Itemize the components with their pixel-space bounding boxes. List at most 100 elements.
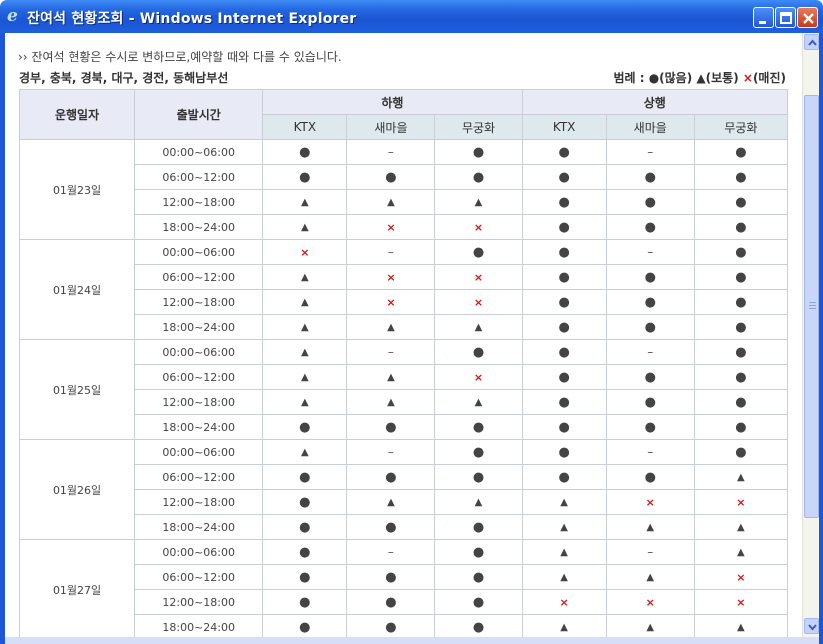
- status-cell: ●: [521, 439, 607, 465]
- circle-many-icon: ●: [644, 194, 656, 210]
- circle-many-icon: ●: [299, 544, 311, 560]
- triangle-normal-icon: ▲: [300, 297, 309, 308]
- triangle-normal-icon: ▲: [560, 622, 568, 633]
- status-cell: ▲: [346, 489, 436, 515]
- header-down: 하행: [262, 89, 523, 115]
- minimize-button[interactable]: [753, 7, 774, 28]
- circle-many-icon: ●: [558, 169, 570, 185]
- circle-many-icon: ●: [644, 169, 656, 185]
- circle-many-icon: ●: [472, 619, 485, 635]
- status-cell: ●: [693, 214, 789, 240]
- dash-na-icon: –: [387, 144, 394, 159]
- circle-many-icon: ●: [558, 194, 570, 210]
- legend-normal: ▲(보통): [696, 71, 739, 85]
- status-cell: ×: [434, 364, 523, 390]
- status-cell: ●: [434, 139, 523, 165]
- status-cell: ▲: [605, 514, 695, 540]
- x-soldout-icon: ×: [386, 270, 396, 284]
- status-cell: ●: [434, 564, 523, 590]
- status-cell: ●: [521, 414, 607, 440]
- status-cell: ●: [434, 239, 523, 265]
- status-cell: ×: [434, 289, 523, 315]
- status-cell: ●: [693, 139, 789, 165]
- table-row: 01월26일 00:00~06:00 ▲ – ● ● – ●: [18, 439, 789, 540]
- time-cell: 18:00~24:00: [134, 414, 264, 440]
- status-cell: ●: [262, 614, 348, 637]
- circle-many-icon: ●: [735, 444, 747, 460]
- status-cell: –: [605, 139, 695, 165]
- status-cell: ●: [434, 614, 523, 637]
- time-cell: 00:00~06:00: [134, 239, 264, 265]
- close-button[interactable]: [797, 7, 818, 28]
- status-cell: ▲: [521, 614, 607, 637]
- x-soldout-icon: ×: [386, 220, 396, 234]
- triangle-normal-icon: ▲: [300, 397, 309, 408]
- time-cell: 06:00~12:00: [134, 264, 264, 290]
- triangle-normal-icon: ▲: [474, 397, 483, 408]
- status-cell: ●: [434, 339, 523, 365]
- time-cell: 06:00~12:00: [134, 164, 264, 190]
- status-cell: –: [605, 339, 695, 365]
- status-cell: ●: [605, 389, 695, 415]
- circle-many-icon: ●: [472, 144, 485, 160]
- status-cell: ▲: [693, 464, 789, 490]
- window-title-bar: e 잔여석 현황조회 - Windows Internet Explorer: [0, 0, 823, 33]
- table-row: 18:00~24:00 ● ● ● ▲ ▲ ▲: [20, 614, 789, 637]
- status-cell: ▲: [262, 439, 348, 465]
- circle-many-icon: ●: [385, 419, 397, 435]
- circle-many-icon: ●: [558, 444, 570, 460]
- status-cell: ●: [693, 364, 789, 390]
- status-cell: ▲: [693, 539, 789, 565]
- circle-many-icon: ●: [299, 419, 311, 435]
- status-cell: ●: [521, 214, 607, 240]
- table-row: 06:00~12:00 ▲ ▲ × ● ● ●: [20, 364, 789, 390]
- circle-many-icon: ●: [644, 269, 656, 285]
- status-cell: ▲: [262, 314, 348, 340]
- vertical-scrollbar[interactable]: [802, 33, 819, 637]
- maximize-button[interactable]: [775, 7, 796, 28]
- table-row: 01월24일 00:00~06:00 × – ● ● – ●: [18, 239, 789, 340]
- status-cell: ●: [262, 139, 348, 165]
- circle-many-icon: ●: [735, 319, 747, 335]
- circle-many-icon: ●: [558, 419, 570, 435]
- status-cell: ●: [693, 239, 789, 265]
- status-cell: ●: [521, 189, 607, 215]
- status-cell: ●: [521, 164, 607, 190]
- circle-many-icon: ●: [558, 394, 570, 410]
- status-cell: ●: [521, 389, 607, 415]
- circle-many-icon: ●: [735, 269, 747, 285]
- status-cell: –: [346, 239, 436, 265]
- scroll-up-button[interactable]: [804, 34, 819, 50]
- triangle-normal-icon: ▲: [560, 547, 568, 558]
- header-time: 출발시간: [134, 89, 264, 140]
- chevron-down-icon: [808, 624, 817, 631]
- status-cell: ▲: [521, 514, 607, 540]
- triangle-normal-icon: ▲: [300, 447, 309, 458]
- table-row: 18:00~24:00 ▲ × × ● ● ●: [20, 214, 789, 240]
- date-cell: 01월23일: [18, 139, 136, 240]
- dash-na-icon: –: [647, 444, 654, 459]
- status-cell: ●: [434, 514, 523, 540]
- x-soldout-icon: ×: [473, 220, 484, 234]
- scroll-thumb[interactable]: [804, 95, 819, 518]
- dash-na-icon: –: [387, 344, 394, 359]
- table-row: 18:00~24:00 ● ● ● ▲ ▲ ▲: [20, 514, 789, 540]
- header-up-ktx: KTX: [521, 114, 607, 140]
- scroll-down-button[interactable]: [804, 618, 819, 634]
- circle-many-icon: ●: [472, 344, 485, 360]
- x-soldout-icon: ×: [559, 595, 569, 609]
- triangle-normal-icon: ▲: [474, 197, 483, 208]
- date-cell: 01월26일: [18, 439, 136, 540]
- circle-many-icon: ●: [558, 469, 570, 485]
- triangle-normal-icon: ▲: [646, 622, 655, 633]
- status-cell: ●: [693, 289, 789, 315]
- status-cell: ●: [693, 414, 789, 440]
- status-cell: ▲: [521, 489, 607, 515]
- status-cell: ●: [262, 589, 348, 615]
- status-cell: ▲: [262, 189, 348, 215]
- ie-logo-icon: e: [7, 6, 18, 26]
- status-cell: ●: [262, 489, 348, 515]
- circle-many-icon: ●: [385, 569, 397, 585]
- status-cell: ●: [693, 189, 789, 215]
- table-row: 12:00~18:00 ▲ × × ● ● ●: [20, 289, 789, 315]
